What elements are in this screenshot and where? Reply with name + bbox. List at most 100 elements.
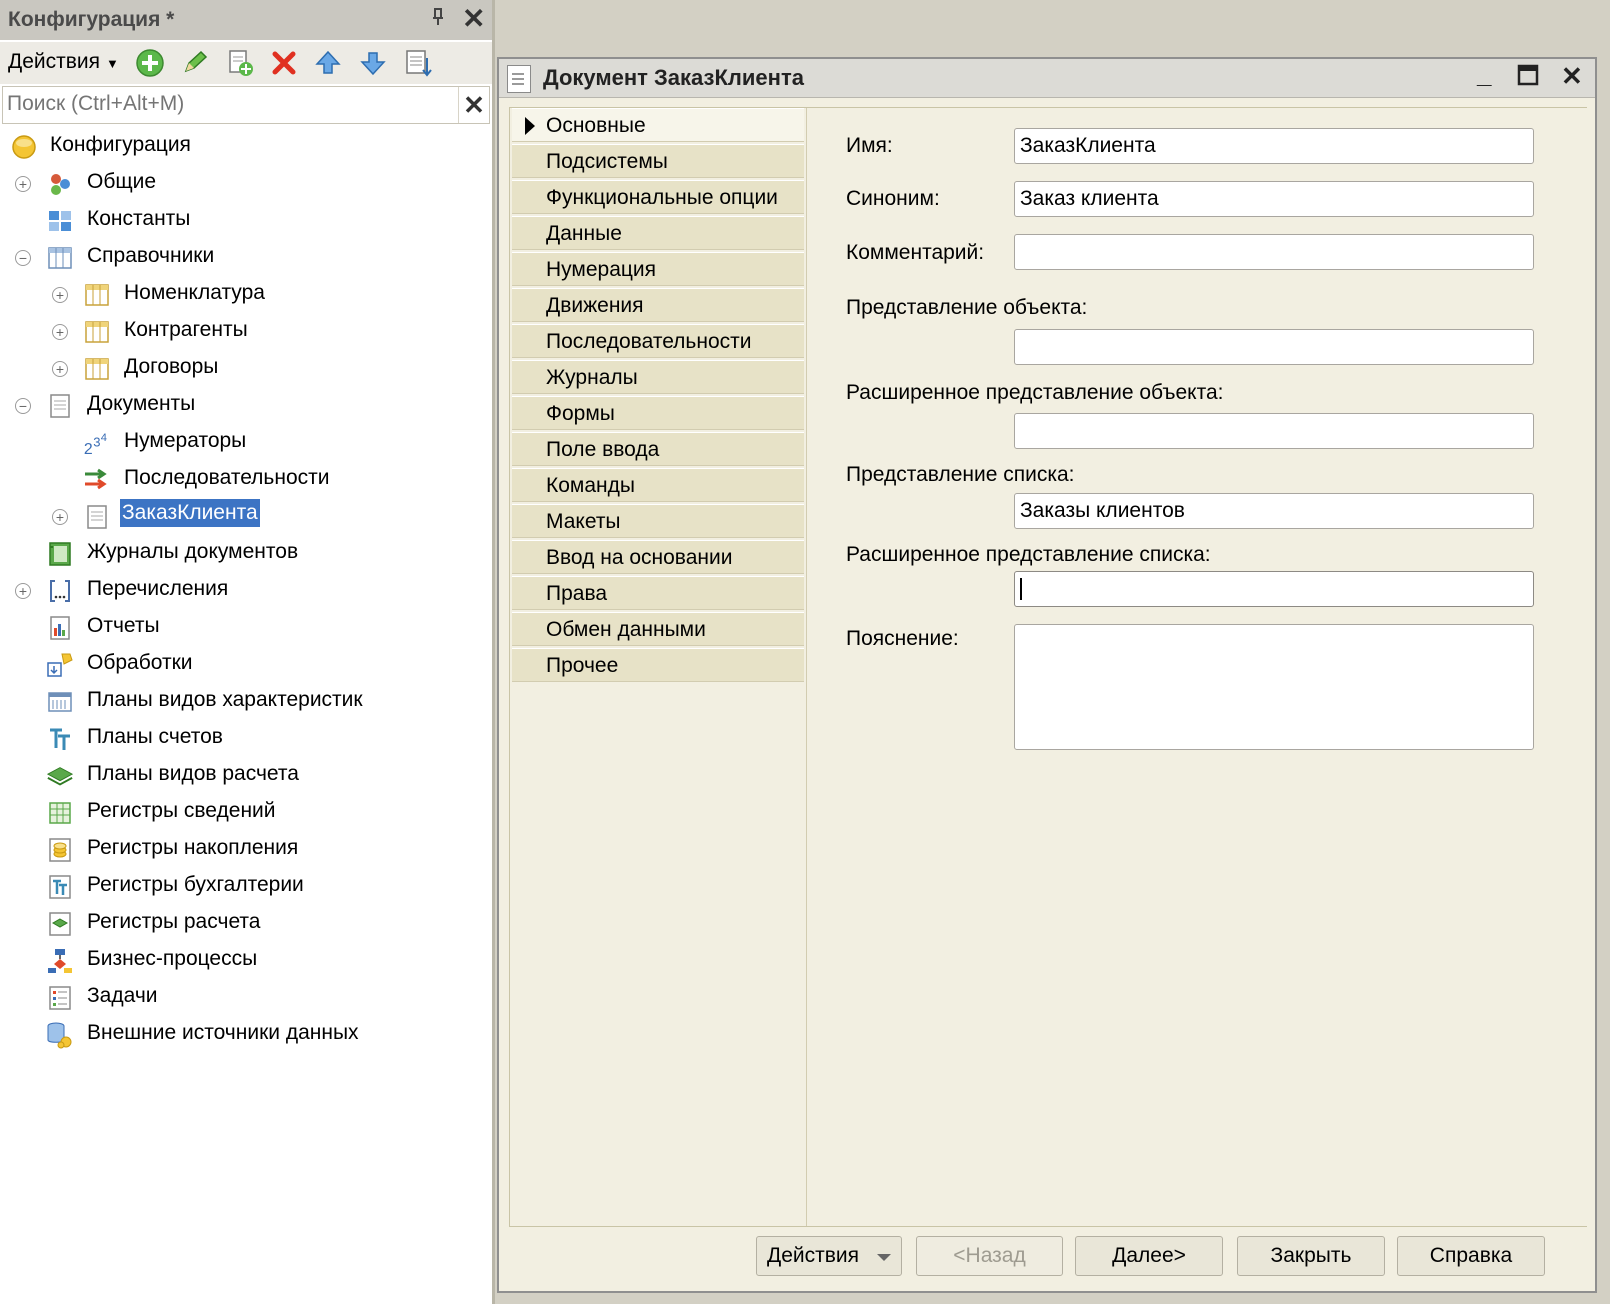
close-icon[interactable]: ✕ (462, 4, 485, 34)
ext-list-presentation-field[interactable] (1014, 571, 1534, 607)
journals-icon (46, 540, 74, 568)
comment-field[interactable] (1014, 234, 1534, 270)
tab-commands[interactable]: Команды (512, 468, 804, 502)
pin-icon[interactable] (432, 8, 448, 28)
basic-tab-content: Имя: ЗаказКлиента Синоним: Заказ клиента… (806, 108, 1587, 1226)
sort-icon[interactable] (403, 48, 433, 78)
tab-subsystems[interactable]: Подсистемы (512, 144, 804, 178)
list-presentation-field[interactable]: Заказы клиентов (1014, 493, 1534, 529)
tree-item-label: Договоры (124, 355, 219, 378)
dropdown-arrow-icon: ▼ (106, 56, 119, 71)
minimize-icon[interactable]: _ (1477, 59, 1491, 90)
configuration-panel: Конфигурация * ✕ Действия ▼ Поиск (Ctrl+… (0, 0, 495, 1304)
expand-plus-icon[interactable]: + (15, 583, 31, 599)
tree-item-label: Регистры расчета (87, 910, 261, 933)
sequences-icon (83, 466, 111, 494)
tree-item-label: Документы (87, 392, 196, 415)
object-presentation-field[interactable] (1014, 329, 1534, 365)
expand-plus-icon[interactable]: + (15, 176, 31, 192)
expand-plus-icon[interactable]: + (52, 287, 68, 303)
tree-item-label: Контрагенты (124, 318, 248, 341)
tab-numbering[interactable]: Нумерация (512, 252, 804, 286)
tree-item-label: Последовательности (124, 466, 330, 489)
collapse-minus-icon[interactable]: − (15, 398, 31, 414)
tab-label: Ввод на основании (546, 546, 733, 569)
tab-other[interactable]: Прочее (512, 648, 804, 682)
chart-of-characteristic-types-icon (46, 688, 74, 716)
tree-item-label: Нумераторы (124, 429, 247, 452)
tab-basic[interactable]: Основные (512, 108, 804, 142)
svg-text:4: 4 (101, 432, 107, 444)
svg-text:3: 3 (93, 435, 100, 450)
document-properties-pane: Основные Подсистемы Функциональные опции… (509, 107, 1587, 1227)
tab-label: Функциональные опции (546, 186, 778, 209)
collapse-minus-icon[interactable]: − (15, 250, 31, 266)
actions-button[interactable]: Действия (756, 1236, 902, 1276)
comment-label: Комментарий: (846, 241, 985, 264)
active-tab-arrow-icon (525, 117, 535, 135)
tree-item-label: Планы счетов (87, 725, 223, 748)
tab-data-exchange[interactable]: Обмен данными (512, 612, 804, 646)
back-button[interactable]: <Назад (916, 1236, 1063, 1276)
tab-label: Журналы (546, 366, 638, 389)
tab-rights[interactable]: Права (512, 576, 804, 610)
copy-add-icon[interactable] (225, 48, 255, 78)
tab-data[interactable]: Данные (512, 216, 804, 250)
reports-icon (46, 614, 74, 642)
tab-label: Основные (546, 114, 646, 137)
tree-item-label: Регистры накопления (87, 836, 299, 859)
close-button[interactable]: Закрыть (1237, 1236, 1385, 1276)
tree-item-label: Перечисления (87, 577, 229, 600)
workspace-edge (1597, 0, 1610, 1304)
clear-search-icon[interactable]: ✕ (458, 87, 489, 123)
expand-plus-icon[interactable]: + (52, 361, 68, 377)
tab-input-field[interactable]: Поле ввода (512, 432, 804, 466)
tree-item-label: Общие (87, 170, 157, 193)
document-window: Документ ЗаказКлиента _ ✕ Основные Подси… (497, 57, 1597, 1293)
help-button[interactable]: Справка (1397, 1236, 1545, 1276)
search-input[interactable] (5, 89, 461, 119)
dropdown-arrow-icon (877, 1254, 891, 1261)
tab-sequences[interactable]: Последовательности (512, 324, 804, 358)
tab-templates[interactable]: Макеты (512, 504, 804, 538)
tab-journals[interactable]: Журналы (512, 360, 804, 394)
ext-list-presentation-label: Расширенное представление списка: (846, 543, 1211, 566)
close-icon[interactable]: ✕ (1561, 61, 1583, 92)
tab-input-by-basis[interactable]: Ввод на основании (512, 540, 804, 574)
information-registers-icon (46, 799, 74, 827)
explanation-field[interactable] (1014, 624, 1534, 750)
name-field[interactable]: ЗаказКлиента (1014, 128, 1534, 164)
add-icon[interactable] (135, 48, 165, 78)
expand-plus-icon[interactable]: + (52, 509, 68, 525)
list-presentation-label: Представление списка: (846, 463, 1075, 486)
document-icon (83, 503, 111, 531)
maximize-icon[interactable] (1517, 62, 1539, 93)
tree-item-label: Журналы документов (87, 540, 299, 563)
tree-item-label: Регистры бухгалтерии (87, 873, 304, 896)
enums-icon (46, 577, 74, 605)
move-down-icon[interactable] (358, 48, 388, 78)
tab-forms[interactable]: Формы (512, 396, 804, 430)
tab-movements[interactable]: Движения (512, 288, 804, 322)
tab-functional-options[interactable]: Функциональные опции (512, 180, 804, 214)
expand-plus-icon[interactable]: + (52, 324, 68, 340)
move-up-icon[interactable] (313, 48, 343, 78)
accounting-registers-icon (46, 873, 74, 901)
document-window-title: Документ ЗаказКлиента (543, 65, 804, 90)
synonym-label: Синоним: (846, 187, 940, 210)
delete-icon[interactable] (269, 48, 299, 78)
edit-icon[interactable] (180, 48, 210, 78)
synonym-field[interactable]: Заказ клиента (1014, 181, 1534, 217)
ext-object-presentation-field[interactable] (1014, 413, 1534, 449)
explanation-label: Пояснение: (846, 627, 959, 650)
tab-label: Права (546, 582, 608, 605)
ext-object-presentation-label: Расширенное представление объекта: (846, 381, 1224, 404)
accumulation-registers-icon (46, 836, 74, 864)
tree-item-label: Номенклатура (124, 281, 265, 304)
tree-item-label: Планы видов расчета (87, 762, 299, 785)
next-button[interactable]: Далее> (1075, 1236, 1223, 1276)
actions-menu-button[interactable]: Действия ▼ (8, 50, 119, 74)
tab-label: Команды (546, 474, 635, 497)
common-icon (46, 170, 74, 198)
tab-label: Нумерация (546, 258, 657, 281)
